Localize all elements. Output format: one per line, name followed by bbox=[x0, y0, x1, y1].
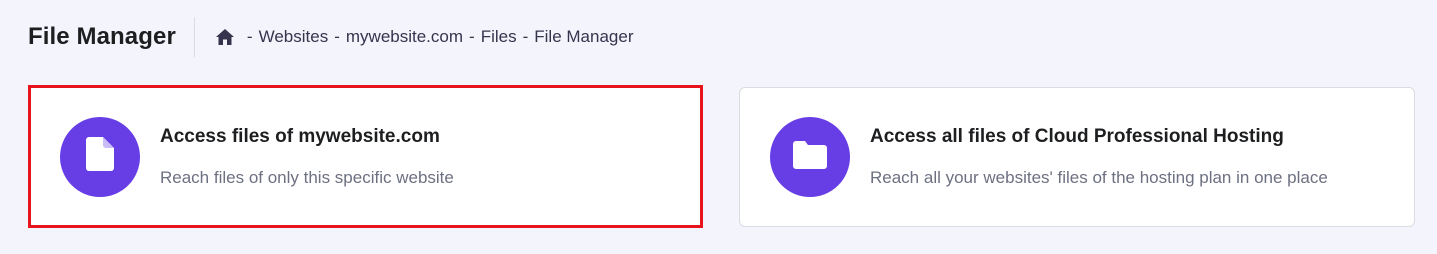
access-hosting-files-card[interactable]: Access all files of Cloud Professional H… bbox=[739, 87, 1415, 227]
access-website-files-card[interactable]: Access files of mywebsite.com Reach file… bbox=[28, 85, 703, 228]
folder-icon bbox=[793, 140, 827, 174]
breadcrumb-item-websites[interactable]: Websites bbox=[259, 27, 329, 47]
breadcrumb-separator: - bbox=[522, 27, 529, 46]
folder-icon-badge bbox=[770, 117, 850, 197]
card-title: Access files of mywebsite.com bbox=[160, 125, 440, 147]
card-description: Reach files of only this specific websit… bbox=[160, 167, 454, 187]
breadcrumb-item-file-manager: File Manager bbox=[534, 27, 634, 46]
breadcrumb-separator: - bbox=[246, 27, 253, 46]
breadcrumb-separator: - bbox=[334, 27, 340, 46]
breadcrumb-separator: - bbox=[469, 27, 475, 46]
card-title: Access all files of Cloud Professional H… bbox=[870, 126, 1284, 147]
breadcrumb-item-website[interactable]: mywebsite.com bbox=[346, 27, 463, 47]
breadcrumb-item-files[interactable]: Files bbox=[481, 27, 517, 47]
file-icon bbox=[86, 137, 114, 176]
header-divider bbox=[193, 17, 195, 57]
page-title: File Manager bbox=[28, 23, 176, 50]
breadcrumb: - Websites - mywebsite.com - Files - Fil… bbox=[215, 27, 634, 47]
card-description: Reach all your websites' files of the ho… bbox=[870, 168, 1328, 187]
file-icon-badge bbox=[60, 116, 140, 197]
home-icon[interactable] bbox=[215, 27, 235, 47]
page-header: File Manager - Websites - mywebsite.com … bbox=[28, 17, 633, 57]
